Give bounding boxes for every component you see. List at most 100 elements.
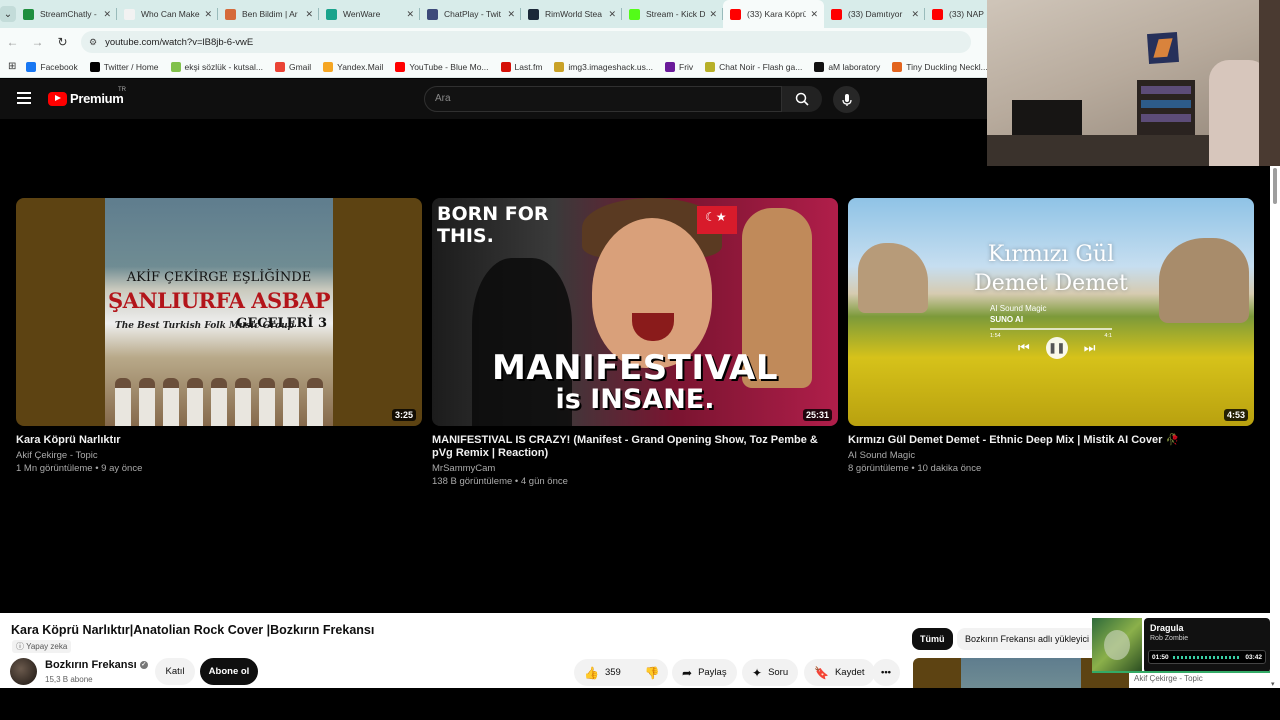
tab-favicon-icon <box>629 8 640 20</box>
duration-badge: 25:31 <box>802 409 832 421</box>
pause-icon: ❚❚ <box>1045 337 1068 359</box>
back-button[interactable]: ← <box>0 35 25 49</box>
like-count[interactable]: 359 <box>605 667 621 678</box>
browser-tab[interactable]: (33) Kara Köprü ✕ <box>723 0 824 28</box>
like-icon[interactable]: 👍 <box>584 666 599 680</box>
bookmark-favicon-icon <box>26 61 37 72</box>
bookmark-favicon-icon <box>170 61 181 72</box>
bookmark-label: Twitter / Home <box>103 61 159 72</box>
more-icon: ••• <box>881 667 891 678</box>
search-button[interactable] <box>782 86 822 112</box>
bookmark-item[interactable]: Facebook <box>26 61 78 72</box>
close-icon[interactable]: ✕ <box>608 9 616 20</box>
bookmark-item[interactable]: YouTube - Blue Mo... <box>395 61 489 72</box>
video-thumbnail[interactable]: BORN FORTHIS. MANIFESTIVAL is INSANE. 25… <box>432 198 838 426</box>
close-icon[interactable]: ✕ <box>406 9 414 20</box>
voice-search-button[interactable] <box>833 86 860 113</box>
video-meta: 1 Mn görüntüleme • 9 ay önce <box>16 463 143 474</box>
ai-label[interactable]: ⓘ Yapay zeka <box>12 640 72 653</box>
reload-button[interactable]: ↻ <box>50 35 75 49</box>
browser-tab[interactable]: (33) NAP <box>925 0 987 28</box>
scrollbar-thumb[interactable] <box>1273 168 1277 204</box>
scroll-down-icon[interactable]: ▾ <box>1271 680 1275 688</box>
bookmark-item[interactable]: Chat Noir - Flash ga... <box>705 61 802 72</box>
bookmark-item[interactable]: Gmail <box>274 61 311 72</box>
tab-favicon-icon <box>427 8 438 20</box>
tab-title: RimWorld Stea <box>545 9 602 19</box>
browser-tab[interactable]: (33) Damıtıyor ✕ <box>824 0 925 28</box>
video-thumbnail[interactable]: Kırmızı Gül Demet Demet AI Sound Magic SU… <box>848 198 1254 426</box>
more-actions-button[interactable]: ••• <box>872 659 900 686</box>
bookmark-item[interactable]: img3.imageshack.us... <box>554 61 653 72</box>
search-input[interactable]: Ara <box>424 86 782 112</box>
thumb-text: MANIFESTIVAL <box>491 348 779 388</box>
browser-tab[interactable]: WenWare ✕ <box>319 0 420 28</box>
bookmark-item[interactable]: Twitter / Home <box>89 61 159 72</box>
close-icon[interactable]: ✕ <box>911 9 919 20</box>
close-icon[interactable]: ✕ <box>810 9 818 20</box>
dislike-icon[interactable]: 👎 <box>645 666 660 680</box>
apps-icon[interactable]: ⊞ <box>8 61 16 72</box>
url-field[interactable]: ⚙ youtube.com/watch?v=lB8jb-6-vwE <box>81 31 971 53</box>
bookmark-item[interactable]: Tiny Duckling Neckl... <box>892 61 987 72</box>
tab-favicon-icon <box>528 8 539 20</box>
tab-search-button[interactable]: ⌄ <box>0 0 16 28</box>
address-bar: ← → ↻ ⚙ youtube.com/watch?v=lB8jb-6-vwE <box>0 28 987 56</box>
close-icon[interactable]: ✕ <box>507 9 515 20</box>
browser-tab[interactable]: StreamChatly - ✕ <box>16 0 117 28</box>
chip-channel[interactable]: Bozkırın Frekansı adlı yükleyici <box>957 628 1098 650</box>
video-card[interactable]: AKİF ÇEKİRGE EŞLİĞİNDE ŞANLIURFA ASBAP T… <box>16 198 422 474</box>
browser-tab[interactable]: RimWorld Stea ✕ <box>521 0 622 28</box>
chip-all[interactable]: Tümü <box>912 628 953 650</box>
ask-button[interactable]: ✦ Soru <box>742 659 799 686</box>
channel-name[interactable]: Akif Çekirge - Topic <box>16 450 422 461</box>
tab-favicon-icon <box>831 8 842 20</box>
forward-button[interactable]: → <box>25 35 50 49</box>
bookmark-item[interactable]: Friv <box>665 61 693 72</box>
close-icon[interactable]: ✕ <box>305 9 313 20</box>
bookmark-item[interactable]: aM laboratory <box>814 61 880 72</box>
bookmark-item[interactable]: Last.fm <box>500 61 542 72</box>
menu-icon[interactable] <box>17 92 31 104</box>
browser-tab[interactable]: Stream - Kick D ✕ <box>622 0 723 28</box>
video-thumbnail[interactable]: AKİF ÇEKİRGE EŞLİĞİNDE ŞANLIURFA ASBAP T… <box>16 198 422 426</box>
track-artist: Rob Zombie <box>1150 635 1189 642</box>
browser-tab[interactable]: Ben Bildim | Ar ✕ <box>218 0 319 28</box>
thumb-player-controls: ⏮ ❚❚ ⏭ <box>1018 337 1095 359</box>
tab-title: (33) Kara Köprü <box>747 9 807 19</box>
share-button[interactable]: ➦ Paylaş <box>672 659 737 686</box>
url-text: youtube.com/watch?v=lB8jb-6-vwE <box>105 36 254 48</box>
bookmark-item[interactable]: Yandex.Mail <box>323 61 383 72</box>
site-info-icon[interactable]: ⚙ <box>89 37 97 48</box>
channel-name[interactable]: MrSammyCam <box>432 463 838 474</box>
related-channel[interactable]: Akif Çekirge - Topic <box>1134 674 1203 683</box>
page-scrollbar[interactable]: ▾ <box>1270 166 1280 688</box>
subscribe-button[interactable]: Abone ol <box>200 658 258 685</box>
browser-tab[interactable]: ChatPlay - Twit ✕ <box>420 0 521 28</box>
save-button[interactable]: 🔖 Kaydet <box>804 659 875 686</box>
video-title[interactable]: Kırmızı Gül Demet Demet - Ethnic Deep Mi… <box>848 434 1254 447</box>
bookmark-favicon-icon <box>705 61 716 72</box>
youtube-premium-logo[interactable]: Premium TR <box>48 87 126 106</box>
video-card[interactable]: Kırmızı Gül Demet Demet AI Sound Magic SU… <box>848 198 1254 474</box>
elapsed-time: 01:50 <box>1152 653 1169 661</box>
browser-tab[interactable]: Who Can Make ✕ <box>117 0 218 28</box>
channel-avatar[interactable] <box>10 658 37 685</box>
group-photo <box>105 356 333 426</box>
watch-title: Kara Köprü Narlıktır|Anatolian Rock Cove… <box>11 623 375 637</box>
channel-name[interactable]: AI Sound Magic <box>848 450 1254 461</box>
video-card[interactable]: BORN FORTHIS. MANIFESTIVAL is INSANE. 25… <box>432 198 838 487</box>
video-title[interactable]: Kara Köprü Narlıktır <box>16 434 422 447</box>
bookmark-label: Facebook <box>40 61 78 72</box>
video-title[interactable]: MANIFESTIVAL IS CRAZY! (Manifest - Grand… <box>432 434 838 460</box>
thumb-text: is INSANE. <box>555 384 715 415</box>
close-icon[interactable]: ✕ <box>204 9 212 20</box>
bookmark-favicon-icon <box>323 61 334 72</box>
close-icon[interactable]: ✕ <box>103 9 111 20</box>
bookmarks-bar: ⊞ Facebook Twitter / Home ekşi sözlük - ku… <box>0 56 987 78</box>
bookmark-item[interactable]: ekşi sözlük - kutsal... <box>170 61 263 72</box>
close-icon[interactable]: ✕ <box>709 9 717 20</box>
album-cover: AKİF ÇEKİRGE EŞLİĞİNDE ŞANLIURFA ASBAP T… <box>105 198 333 426</box>
join-button[interactable]: Katıl <box>155 658 195 685</box>
channel-name[interactable]: Bozkırın Frekansı ✓ <box>45 659 148 671</box>
